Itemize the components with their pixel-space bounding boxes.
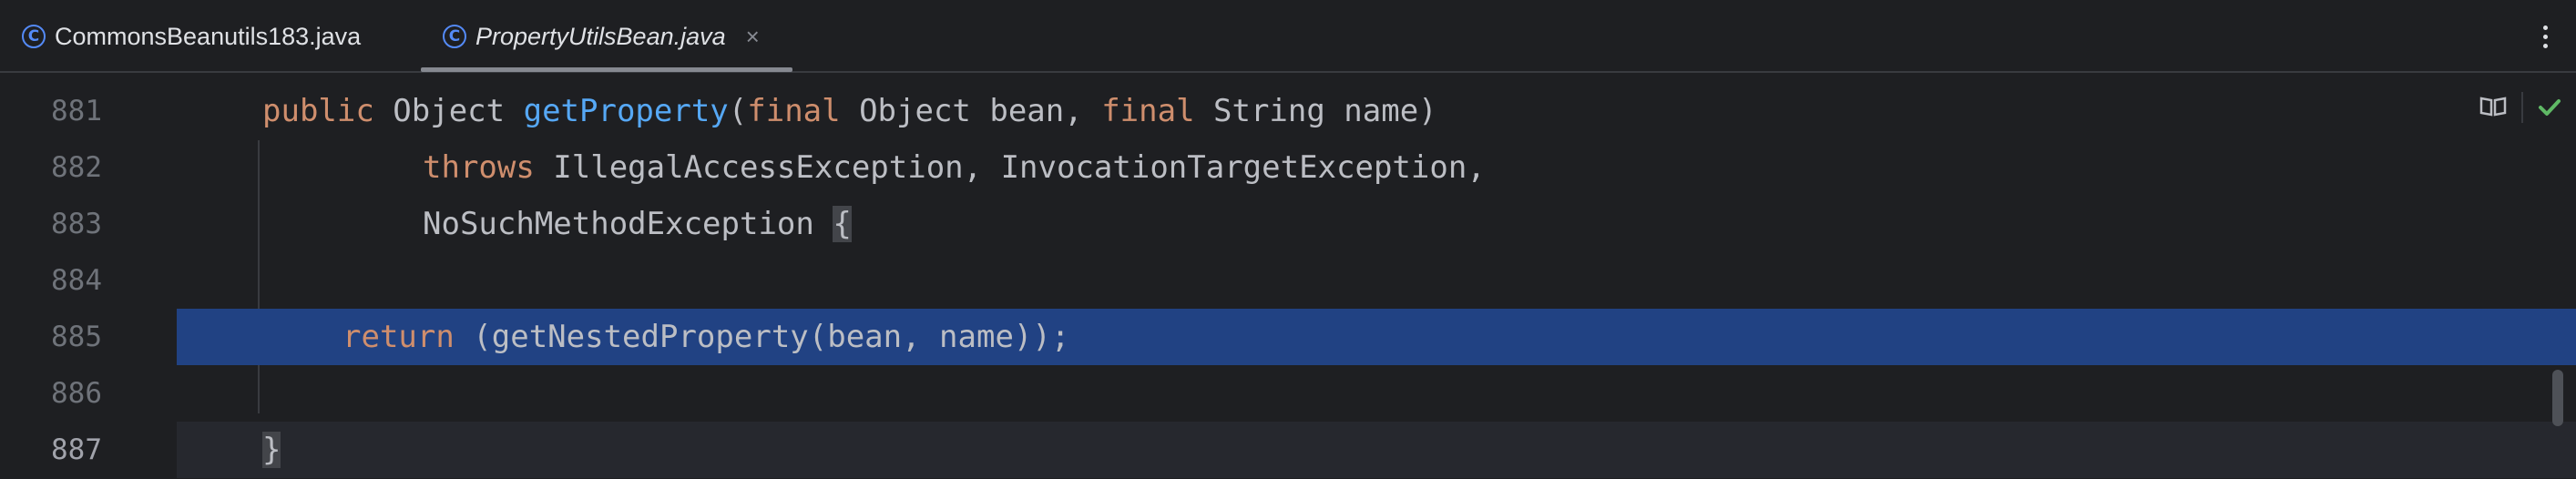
code-text: } [262, 422, 281, 478]
code-line: 882 throws IllegalAccessException, Invoc… [0, 139, 2576, 196]
code-content: throws IllegalAccessException, Invocatio… [177, 139, 2576, 196]
param: Object bean, [840, 93, 1102, 129]
code-line: 886 [0, 365, 2576, 422]
tab-propertyutilsbean[interactable]: C PropertyUtilsBean.java × [443, 0, 760, 73]
line-number: 887 [51, 433, 102, 466]
paren: ( [728, 93, 748, 129]
code-content: return (getNestedProperty(bean, name)); [177, 309, 2576, 365]
code-content: NoSuchMethodException { [177, 196, 2576, 252]
code-line-current: 887 } [0, 422, 2576, 478]
keyword: public [262, 93, 374, 129]
line-number: 886 [51, 377, 102, 410]
tab-label: PropertyUtilsBean.java [475, 22, 726, 50]
tab-label: CommonsBeanutils183.java [55, 22, 362, 50]
active-tab-indicator [421, 67, 792, 72]
code-content [177, 365, 2576, 422]
code-line: 881 public Object getProperty(final Obje… [0, 83, 2576, 139]
toolbar-divider [2521, 92, 2523, 123]
more-icon[interactable] [2536, 16, 2554, 56]
code-line-highlighted: 885 return (getNestedProperty(bean, name… [0, 309, 2576, 365]
param: String name) [1194, 93, 1437, 129]
code-line: 883 NoSuchMethodException { [0, 196, 2576, 252]
matched-brace: } [262, 432, 281, 468]
type: Object [373, 93, 524, 129]
line-number: 883 [51, 208, 102, 240]
code-text: throws IllegalAccessException, Invocatio… [423, 139, 1486, 196]
class-icon: C [443, 25, 466, 48]
line-number: 884 [51, 264, 102, 297]
code-content: } [177, 422, 2576, 478]
keyword: final [1101, 93, 1195, 129]
code-line: 884 [0, 252, 2576, 309]
keyword: return [342, 319, 455, 355]
line-number: 885 [51, 321, 102, 353]
exception: NoSuchMethodException [423, 206, 833, 242]
matched-brace: { [833, 206, 852, 242]
code-content: public Object getProperty(final Object b… [177, 83, 2576, 139]
line-number: 882 [51, 151, 102, 184]
editor-tab-bar: C CommonsBeanutils183.java C PropertyUti… [0, 0, 2576, 73]
exceptions: IllegalAccessException, InvocationTarget… [534, 149, 1486, 186]
method-name: getProperty [523, 93, 729, 129]
code-text: public Object getProperty(final Object b… [262, 83, 1437, 139]
close-icon[interactable]: × [746, 23, 760, 51]
expression: (getNestedProperty(bean, name)); [454, 319, 1070, 355]
vertical-scrollbar-thumb[interactable] [2552, 370, 2563, 426]
class-icon: C [22, 25, 46, 48]
check-icon[interactable] [2536, 94, 2563, 121]
keyword: final [747, 93, 841, 129]
tab-commonsbeanutils183[interactable]: C CommonsBeanutils183.java [22, 0, 361, 73]
line-number: 881 [51, 95, 102, 127]
keyword: throws [423, 149, 535, 186]
reader-mode-icon[interactable] [2479, 96, 2507, 117]
code-editor[interactable]: 881 public Object getProperty(final Obje… [0, 73, 2576, 479]
code-text: return (getNestedProperty(bean, name)); [342, 309, 1069, 365]
code-text: NoSuchMethodException { [423, 196, 852, 252]
code-content [177, 252, 2576, 309]
